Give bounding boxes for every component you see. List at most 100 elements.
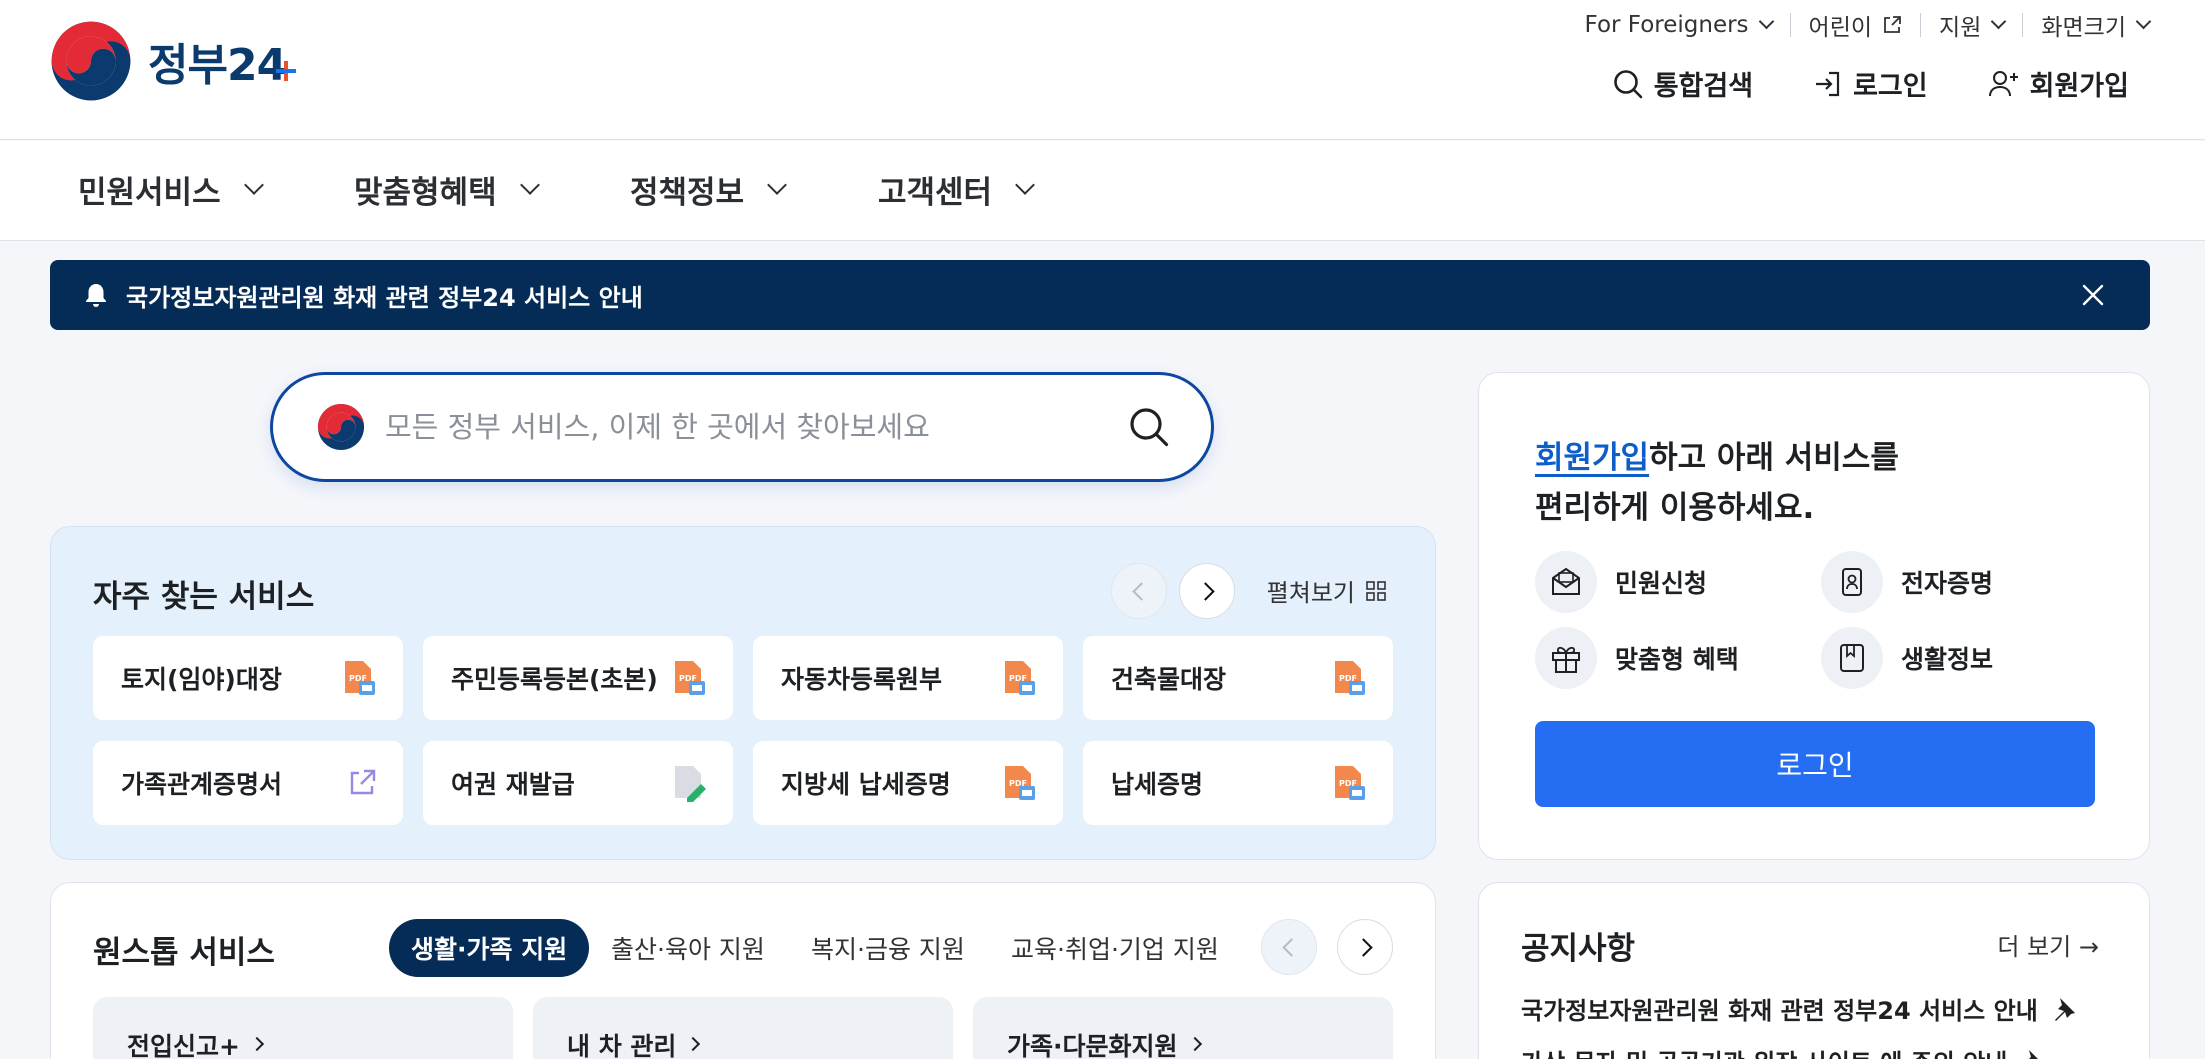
service-label: 건축물대장 [1111,665,1227,694]
support-dropdown[interactable]: 지원 [1921,8,2022,42]
service-family-certificate[interactable]: 가족관계증명서 [93,741,403,825]
notice-item[interactable]: 가상 문자 및 공공기관 위장 사이트 에 주의 안내 [1521,1043,2047,1059]
login-label: 로그인 [1853,71,1928,102]
more-link[interactable]: 더 보기 → [1997,927,2099,962]
tab-life-family[interactable]: 생활·가족 지원 [389,919,590,977]
member-item-civil-application[interactable]: 민원신청 [1535,551,1707,613]
signup-link[interactable]: 회원가입 [1988,64,2129,103]
member-item-custom-benefits[interactable]: 맞춤형 혜택 [1535,627,1739,689]
tab-welfare-finance[interactable]: 복지·금융 지원 [789,919,987,977]
add-user-icon [1988,70,2018,96]
chevron-right-icon [1195,581,1215,601]
support-label: 지원 [1939,15,1982,41]
edit-doc-icon [675,766,706,802]
service-building-register[interactable]: 건축물대장 PDF [1083,636,1393,720]
one-stop-services-panel: 원스톱 서비스 생활·가족 지원 출산·육아 지원 복지·금융 지원 교육·취업… [50,882,1436,1059]
expand-label: 펼쳐보기 [1266,579,1355,607]
chevron-right-icon [1353,937,1373,957]
pdf-icon: PDF [675,661,705,695]
onestop-card-label: 가족·다문화지원 [1007,1032,1178,1059]
bell-icon [86,284,106,307]
notice-item[interactable]: 국가정보자원관리원 화재 관련 정부24 서비스 안내 [1521,991,2078,1026]
expand-all-button[interactable]: 펼쳐보기 [1267,573,1387,608]
nav-civil-services[interactable]: 민원서비스 [78,167,264,212]
member-signup-card: 회원가입하고 아래 서비스를 편리하게 이용하세요. 민원신청 전자증명 맞춤형… [1478,372,2150,860]
font-size-label: 화면크기 [2041,15,2126,41]
chevron-down-icon [767,174,787,195]
notice-item-label: 국가정보자원관리원 화재 관련 정부24 서비스 안내 [1521,997,2038,1025]
service-label: 토지(임야)대장 [121,665,282,694]
external-link-icon [1884,16,1901,33]
onestop-card-family-multicultural[interactable]: 가족·다문화지원 [973,997,1393,1059]
chevron-down-icon [1991,13,2007,29]
id-card-icon [1821,551,1883,613]
one-stop-title: 원스톱 서비스 [93,935,275,971]
grid-icon [1366,580,1386,601]
notice-item-label: 가상 문자 및 공공기관 위장 사이트 에 주의 안내 [1521,1043,2007,1059]
service-land-register[interactable]: 토지(임야)대장 PDF [93,636,403,720]
service-local-tax-certificate[interactable]: 지방세 납세증명 PDF [753,741,1063,825]
tab-birth-childcare[interactable]: 출산·육아 지원 [589,919,787,977]
chevron-left-icon [1281,937,1301,957]
main-nav: 민원서비스 맞춤형혜택 정책정보 고객센터 [0,141,2205,241]
service-label: 주민등록등본(초본) [451,665,658,694]
for-foreigners-dropdown[interactable]: For Foreigners [1567,8,1790,42]
gov24-logo[interactable]: 정부24 [50,20,306,102]
nav-customer-center[interactable]: 고객센터 [878,167,1035,212]
member-item-label: 생활정보 [1901,645,1994,674]
onestop-card-my-car[interactable]: 내 차 관리 [533,997,953,1059]
onestop-card-label: 전입신고+ [127,1032,240,1059]
service-resident-register[interactable]: 주민등록등본(초본) PDF [423,636,733,720]
chevron-right-icon [249,1036,265,1052]
chevron-down-icon [1758,13,1774,29]
nav-label: 정책정보 [630,175,745,211]
banner-text: 국가정보자원관리원 화재 관련 정부24 서비스 안내 [126,283,643,312]
nav-policy-info[interactable]: 정책정보 [630,167,787,212]
member-item-label: 전자증명 [1901,569,1994,598]
search-icon[interactable] [1127,405,1171,449]
pdf-icon: PDF [1335,661,1365,695]
service-label: 자동차등록원부 [781,665,943,694]
service-label: 가족관계증명서 [121,770,283,799]
member-item-life-info[interactable]: 생활정보 [1821,627,1993,689]
font-size-dropdown[interactable]: 화면크기 [2023,8,2152,42]
kids-link[interactable]: 어린이 [1791,8,1920,42]
chevron-right-icon [686,1036,701,1052]
login-button[interactable]: 로그인 [1535,721,2095,807]
service-passport-reissue[interactable]: 여권 재발급 [423,741,733,825]
auth-menu: 통합검색 로그인 회원가입 [1552,64,2129,103]
pin-icon [2054,997,2075,1021]
utility-menu: For Foreigners 어린이 지원 화면크기 [1567,8,2152,42]
search-input[interactable] [385,410,1105,444]
chevron-down-icon [243,174,264,195]
signup-label: 회원가입 [2029,71,2129,102]
service-tax-certificate[interactable]: 납세증명 PDF [1083,741,1393,825]
nav-label: 고객센터 [878,175,993,211]
signup-inline-link[interactable]: 회원가입 [1535,440,1649,476]
taegeuk-logo-icon [51,21,131,101]
logo-text: 정부24 [148,40,287,91]
member-heading-rest: 하고 아래 서비스를 [1649,440,1899,476]
notices-title: 공지사항 [1521,931,1636,967]
alert-banner[interactable]: 국가정보자원관리원 화재 관련 정부24 서비스 안내 [50,260,2150,330]
bookmark-icon [1821,627,1883,689]
nav-custom-benefits[interactable]: 맞춤형혜택 [354,167,540,212]
mail-icon [1535,551,1597,613]
for-foreigners-label: For Foreigners [1584,12,1749,38]
service-vehicle-register[interactable]: 자동차등록원부 PDF [753,636,1063,720]
login-link[interactable]: 로그인 [1813,64,1928,103]
next-button[interactable] [1179,563,1235,619]
pin-icon [2028,1049,2039,1059]
service-label: 여권 재발급 [451,770,575,799]
close-icon[interactable] [2080,282,2106,308]
member-item-digital-cert[interactable]: 전자증명 [1821,551,1993,613]
integrated-search-button[interactable]: 통합검색 [1612,64,1753,103]
frequent-services-panel: 자주 찾는 서비스 펼쳐보기 토지(임야)대장 PDF 주민등록등본(초본) P… [50,526,1436,860]
onestop-card-move-in[interactable]: 전입신고+ [93,997,513,1059]
prev-button[interactable] [1261,919,1317,975]
prev-button[interactable] [1111,563,1167,619]
tab-education-employment[interactable]: 교육·취업·기업 지원 [989,919,1241,977]
chevron-down-icon [1015,174,1035,195]
next-button[interactable] [1337,919,1393,975]
search-icon [1613,69,1643,98]
